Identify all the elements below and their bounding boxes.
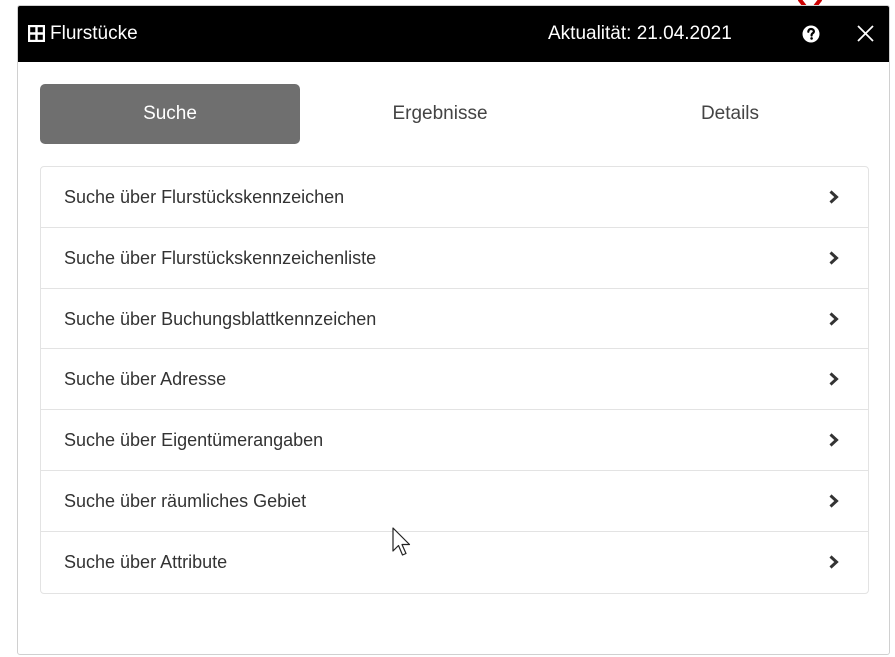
window-title: Flurstücke [50, 23, 138, 44]
search-option-raeumliches-gebiet[interactable]: Suche über räumliches Gebiet [41, 471, 868, 532]
tab-bar: Suche Ergebnisse Details [40, 84, 860, 144]
search-option-label: Suche über Adresse [64, 369, 227, 390]
chevron-right-icon [829, 372, 839, 386]
chevron-right-icon [829, 311, 839, 326]
chevron-right-icon [829, 190, 839, 204]
search-option-flurstueckskennzeichenliste[interactable]: Suche über Flurstückskennzeichenliste [41, 228, 868, 289]
mouse-cursor-icon [392, 527, 411, 556]
title-bar: Flurstücke Aktualität: 21.04.2021 [18, 6, 889, 62]
search-options-list: Suche über Flurstückskennzeichen Suche ü… [40, 166, 869, 594]
chevron-right-icon [829, 251, 839, 265]
actuality-date: Aktualität: 21.04.2021 [548, 23, 732, 44]
chevron-right-icon [829, 555, 839, 569]
search-option-label: Suche über Eigentümerangaben [64, 430, 324, 451]
search-option-adresse[interactable]: Suche über Adresse [41, 349, 868, 411]
close-icon[interactable] [856, 24, 875, 43]
chevron-right-icon [829, 433, 839, 447]
tab-ergebnisse[interactable]: Ergebnisse [300, 84, 580, 144]
search-option-flurstueckskennzeichen[interactable]: Suche über Flurstückskennzeichen [41, 167, 868, 228]
search-option-label: Suche über Attribute [64, 551, 228, 572]
search-option-eigentuemerangaben[interactable]: Suche über Eigentümerangaben [41, 410, 868, 471]
tab-details[interactable]: Details [600, 84, 860, 144]
search-option-label: Suche über räumliches Gebiet [64, 490, 307, 511]
grid-table-icon [28, 25, 45, 42]
search-option-label: Suche über Flurstückskennzeichenliste [64, 247, 377, 268]
search-option-label: Suche über Buchungsblattkennzeichen [64, 308, 377, 329]
page: Flurstücke Aktualität: 21.04.2021 Suche … [0, 0, 895, 657]
search-option-label: Suche über Flurstückskennzeichen [64, 187, 345, 207]
tab-suche[interactable]: Suche [40, 84, 300, 144]
search-option-attribute[interactable]: Suche über Attribute [41, 532, 868, 593]
chevron-right-icon [829, 494, 839, 508]
question-circle-icon[interactable] [802, 25, 820, 43]
search-option-buchungsblattkennzeichen[interactable]: Suche über Buchungsblattkennzeichen [41, 289, 868, 350]
flurstuecke-dialog: Flurstücke Aktualität: 21.04.2021 Suche … [17, 5, 890, 655]
